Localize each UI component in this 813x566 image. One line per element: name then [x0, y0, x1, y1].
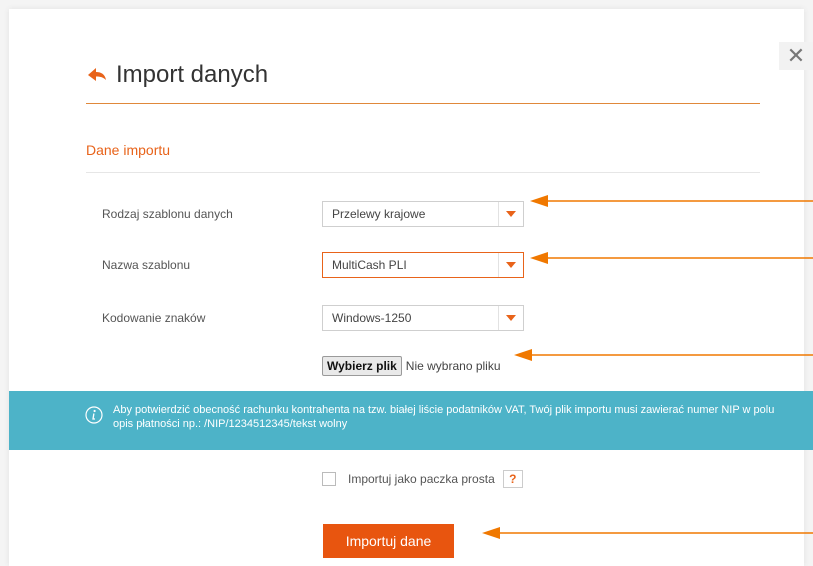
- info-icon: [85, 406, 103, 424]
- back-arrow-icon[interactable]: [86, 64, 108, 86]
- simple-package-row: Importuj jako paczka prosta ?: [322, 470, 523, 488]
- close-icon: ✕: [786, 43, 806, 68]
- simple-package-checkbox[interactable]: [322, 472, 336, 486]
- title-row: Import danych: [86, 61, 268, 89]
- info-banner: Aby potwierdzić obecność rachunku kontra…: [9, 391, 813, 450]
- template-type-value: Przelewy krajowe: [332, 207, 426, 221]
- encoding-value: Windows-1250: [332, 311, 412, 325]
- file-chooser: Wybierz plik Nie wybrano pliku: [322, 356, 501, 376]
- chevron-down-icon[interactable]: [498, 306, 523, 330]
- import-modal: ✕ Import danych Dane importu Rodzaj szab…: [9, 9, 813, 566]
- encoding-select[interactable]: Windows-1250: [322, 305, 524, 331]
- help-button[interactable]: ?: [502, 470, 523, 488]
- close-button[interactable]: ✕: [779, 42, 813, 70]
- template-type-label: Rodzaj szablonu danych: [102, 207, 233, 221]
- template-type-select[interactable]: Przelewy krajowe: [322, 201, 524, 227]
- title-divider: [86, 103, 760, 104]
- info-text: Aby potwierdzić obecność rachunku kontra…: [113, 404, 775, 430]
- template-name-select[interactable]: MultiCash PLI: [322, 252, 524, 278]
- template-name-value: MultiCash PLI: [332, 258, 407, 272]
- choose-file-button[interactable]: Wybierz plik: [322, 356, 402, 376]
- simple-package-label: Importuj jako paczka prosta: [348, 472, 495, 486]
- template-name-label: Nazwa szablonu: [102, 258, 191, 272]
- chevron-down-icon[interactable]: [498, 202, 523, 226]
- section-divider: [86, 172, 760, 173]
- page-title: Import danych: [116, 61, 269, 88]
- chevron-down-icon[interactable]: [498, 253, 523, 277]
- file-status: Nie wybrano pliku: [405, 359, 501, 373]
- section-title: Dane importu: [86, 142, 171, 158]
- encoding-label: Kodowanie znaków: [102, 311, 206, 325]
- import-submit-button[interactable]: Importuj dane: [323, 524, 454, 558]
